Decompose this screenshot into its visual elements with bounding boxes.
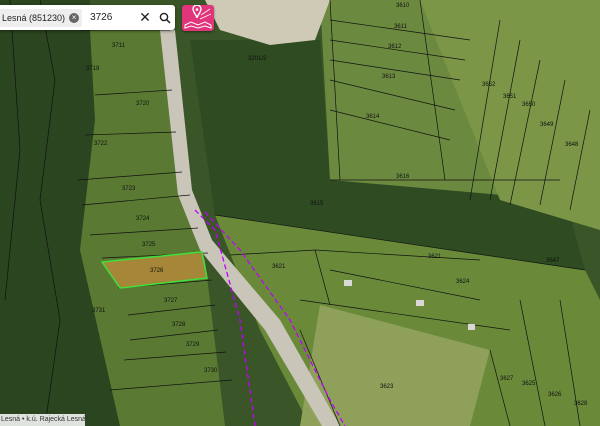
parcel-label: 3720 xyxy=(136,101,150,107)
parcel-label: 3729 xyxy=(186,342,200,348)
parcel-label: 3725 xyxy=(142,242,156,248)
parcel-label: 3649 xyxy=(540,122,554,128)
search-bar: Lesná (851230) × 3726 ✕ xyxy=(0,5,175,30)
parcel-label: 3615 xyxy=(310,201,324,207)
parcel-label: 3724 xyxy=(136,216,150,222)
cadastre-filter-chip[interactable]: Lesná (851230) × xyxy=(0,8,83,27)
parcel-label: 3727 xyxy=(164,298,178,304)
parcel-label: 3625 xyxy=(522,381,536,387)
parcel-label: 3730 xyxy=(204,368,218,374)
parcel-label: 3621 xyxy=(272,264,286,270)
search-button[interactable] xyxy=(155,7,175,29)
cadastral-map[interactable]: 3711 3719 3720 3722 3723 3724 3725 3726 … xyxy=(0,0,600,426)
parcel-label: 3613 xyxy=(382,74,396,80)
parcel-label: 3711 xyxy=(112,43,126,49)
parcel-label: 3201/2 xyxy=(248,56,267,62)
close-icon: ✕ xyxy=(139,9,151,25)
parcel-label: 3647 xyxy=(546,258,560,264)
building xyxy=(468,324,475,330)
map-pin-icon xyxy=(184,4,212,29)
building xyxy=(344,280,352,286)
parcel-label: 3621 xyxy=(428,254,442,260)
parcel-label: 3728 xyxy=(172,322,186,328)
parcel-label: 3614 xyxy=(366,114,380,120)
search-icon xyxy=(159,12,171,24)
parcel-label: 3612 xyxy=(388,44,402,50)
location-footer: Lesná • k.ú. Rajecká Lesná xyxy=(0,414,85,426)
parcel-label: 3611 xyxy=(394,24,408,30)
parcel-label: 3722 xyxy=(94,141,108,147)
parcel-label: 3623 xyxy=(380,384,394,390)
clear-cadastre-icon[interactable]: × xyxy=(69,12,80,23)
parcel-label: 3626 xyxy=(548,392,562,398)
location-pin-button[interactable] xyxy=(182,4,214,31)
parcel-label: 3628 xyxy=(574,401,588,407)
parcel-label: 3610 xyxy=(396,3,410,9)
building xyxy=(416,300,424,306)
parcel-label: 3650 xyxy=(522,102,536,108)
parcel-label: 3723 xyxy=(122,186,136,192)
parcel-label: 3652 xyxy=(482,82,496,88)
parcel-label: 3648 xyxy=(565,142,579,148)
clear-search-button[interactable]: ✕ xyxy=(135,7,155,29)
parcel-label: 3624 xyxy=(456,279,470,285)
parcel-label-selected: 3726 xyxy=(150,268,164,274)
parcel-label: 3731 xyxy=(92,308,106,314)
parcel-label: 3616 xyxy=(396,174,410,180)
parcel-label: 3651 xyxy=(503,94,517,100)
parcel-label: 3627 xyxy=(500,376,514,382)
search-input[interactable]: 3726 xyxy=(90,12,135,23)
cadastre-chip-label: Lesná (851230) xyxy=(2,12,66,23)
parcel-label: 3719 xyxy=(86,66,100,72)
